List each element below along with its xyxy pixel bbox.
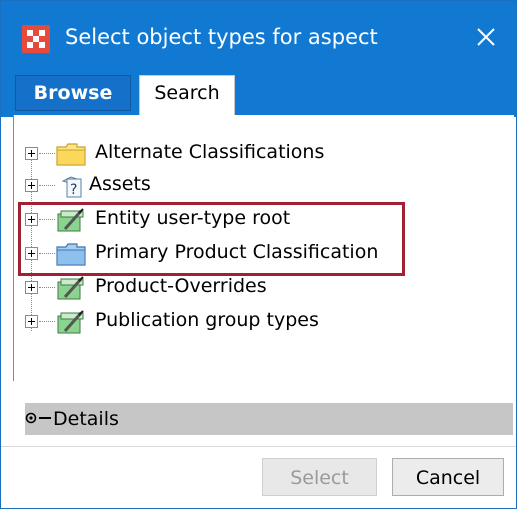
blue-folder-icon <box>55 241 87 267</box>
expand-icon[interactable] <box>25 147 38 160</box>
expand-circle-icon <box>25 412 37 424</box>
tree-item-label: Product-Overrides <box>95 275 267 297</box>
title-bar: Select object types for aspect <box>1 1 516 75</box>
select-button[interactable]: Select <box>262 458 377 496</box>
details-toggle-bar[interactable]: Details <box>25 403 513 435</box>
tree-item-label: Assets <box>89 173 151 195</box>
expand-icon[interactable] <box>25 247 38 260</box>
select-object-types-dialog: Select object types for aspect Browse Se… <box>0 0 517 509</box>
cancel-button[interactable]: Cancel <box>392 458 504 496</box>
tree-item-label: Primary Product Classification <box>95 241 379 263</box>
dialog-title: Select object types for aspect <box>65 25 378 49</box>
object-type-icon <box>55 207 87 233</box>
footer-divider <box>1 446 516 447</box>
close-button[interactable] <box>468 19 504 55</box>
tree-item-label: Entity user-type root <box>95 207 291 229</box>
expand-icon[interactable] <box>25 315 38 328</box>
tab-search[interactable]: Search <box>139 75 235 116</box>
tree-item-label: Publication group types <box>95 309 319 331</box>
details-label: Details <box>53 408 119 430</box>
close-icon <box>477 28 495 46</box>
object-type-icon <box>55 275 87 301</box>
app-logo-icon <box>22 25 50 53</box>
tab-browse[interactable]: Browse <box>15 75 131 111</box>
yellow-folder-icon <box>55 141 87 167</box>
tree-item-label: Alternate Classifications <box>95 141 325 163</box>
unknown-type-icon: ? <box>55 173 87 199</box>
tab-strip: Browse Search <box>1 75 516 117</box>
expand-icon[interactable] <box>25 281 38 294</box>
expand-icon[interactable] <box>25 179 38 192</box>
svg-text:?: ? <box>70 182 77 198</box>
object-type-icon <box>55 309 87 335</box>
expand-icon[interactable] <box>25 213 38 226</box>
